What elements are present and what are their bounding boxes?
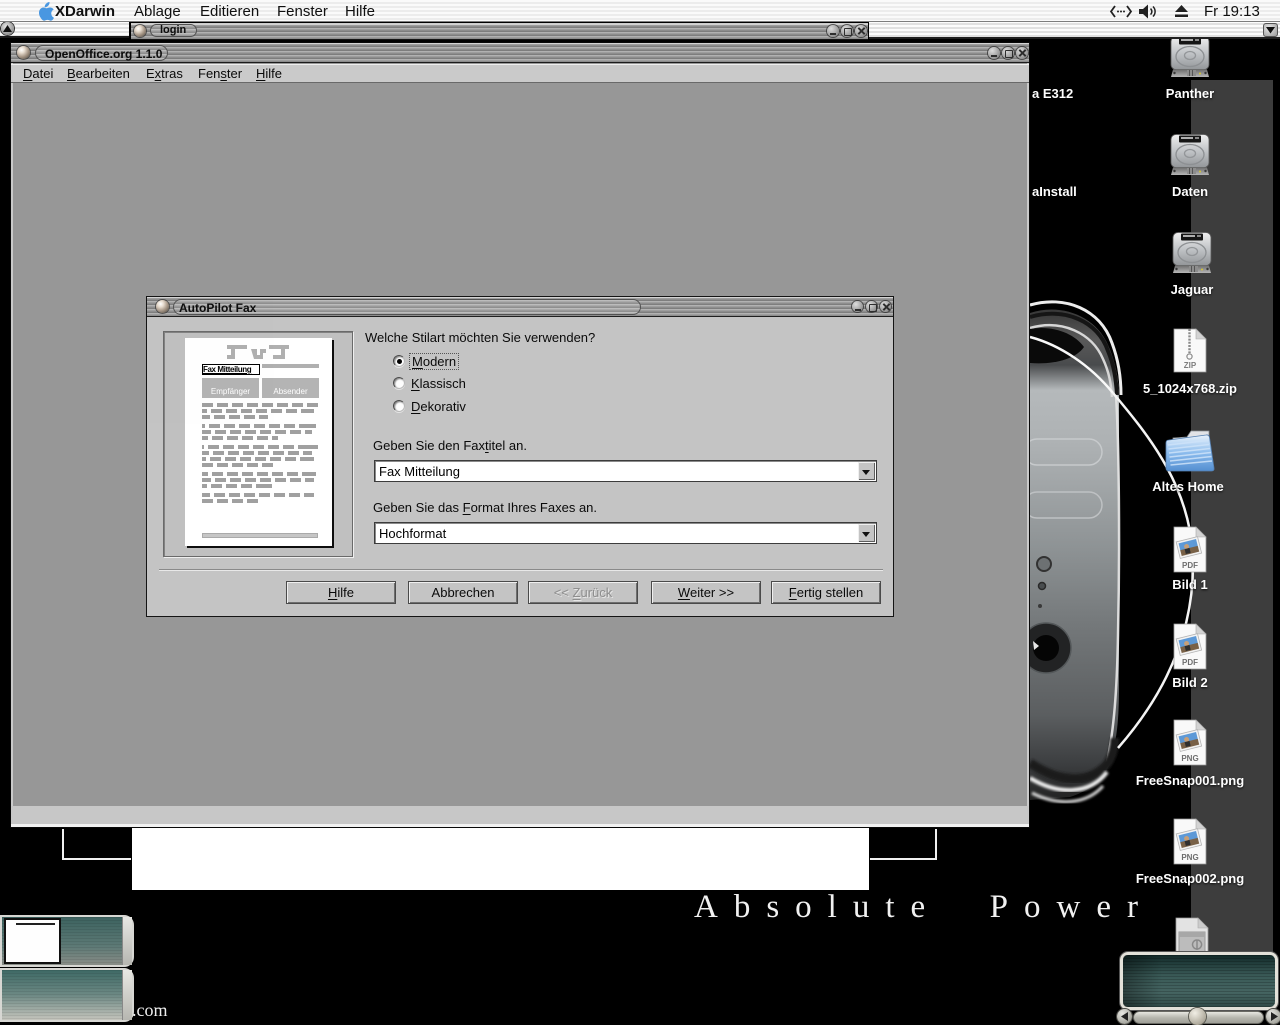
svg-text:ZIP: ZIP [1184,361,1197,370]
svg-text:PDF: PDF [1182,658,1198,667]
svg-text:PNG: PNG [1181,853,1198,862]
svg-text:PNG: PNG [1181,754,1198,763]
svg-text:PDF: PDF [1182,561,1198,570]
